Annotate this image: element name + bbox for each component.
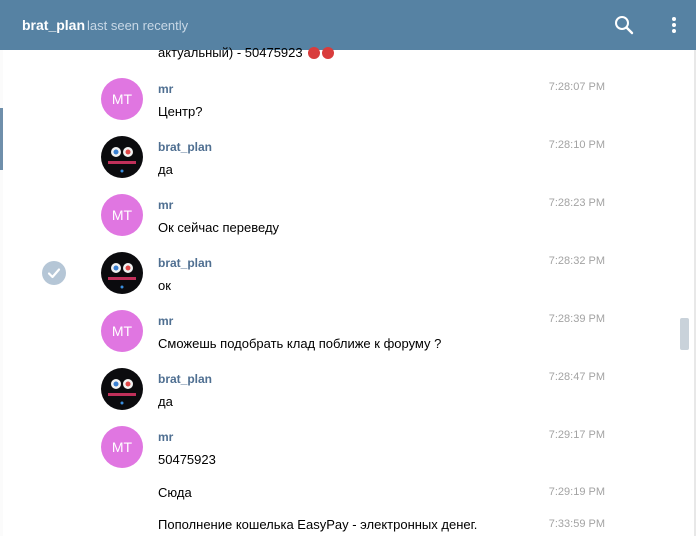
message-item[interactable]: Сюда 7:29:19 PM	[0, 485, 696, 509]
avatar[interactable]	[101, 368, 143, 410]
partial-message: актуальный) - 50475923	[158, 43, 335, 63]
message-text: да	[158, 162, 173, 177]
avatar[interactable]: MT	[101, 426, 143, 468]
message-time: 7:28:39 PM	[548, 313, 605, 325]
red-drop-icon	[322, 47, 335, 59]
message-time: 7:28:32 PM	[548, 255, 605, 267]
message-text: Сможешь подобрать клад поближе к форуму …	[158, 336, 442, 351]
message-item[interactable]: brat_plan да 7:28:47 PM	[0, 368, 696, 426]
message-time: 7:28:07 PM	[548, 81, 605, 93]
sender-name[interactable]: brat_plan	[158, 140, 212, 154]
message-text: ок	[158, 278, 171, 293]
avatar[interactable]	[101, 136, 143, 178]
message-item[interactable]: MT mr 50475923 7:29:17 PM	[0, 426, 696, 484]
sender-name[interactable]: brat_plan	[158, 372, 212, 386]
message-text: Центр?	[158, 104, 203, 119]
message-item[interactable]: brat_plan ок 7:28:32 PM	[0, 252, 696, 310]
message-time: 7:29:19 PM	[548, 486, 605, 498]
avatar[interactable]: MT	[101, 78, 143, 120]
message-text: Пополнение кошелька EasyPay - электронны…	[158, 517, 478, 532]
chat-status: last seen recently	[87, 18, 189, 33]
partial-message-text: актуальный) - 50475923	[158, 45, 303, 60]
more-vertical-icon[interactable]	[664, 14, 684, 36]
message-time: 7:29:17 PM	[548, 429, 605, 441]
sender-name[interactable]: mr	[158, 82, 173, 96]
sender-name[interactable]: mr	[158, 198, 173, 212]
message-time: 7:28:10 PM	[548, 139, 605, 151]
chat-header: brat_plan last seen recently	[0, 0, 696, 50]
sender-name[interactable]: mr	[158, 430, 173, 444]
search-icon[interactable]	[613, 14, 635, 36]
message-item[interactable]: Пополнение кошелька EasyPay - электронны…	[0, 517, 696, 541]
avatar[interactable]	[101, 252, 143, 294]
message-text: да	[158, 394, 173, 409]
message-text: 50475923	[158, 452, 216, 467]
message-item[interactable]: MT mr Сможешь подобрать клад поближе к ф…	[0, 310, 696, 368]
message-time: 7:28:23 PM	[548, 197, 605, 209]
message-time: 7:28:47 PM	[548, 371, 605, 383]
chat-title[interactable]: brat_plan	[22, 17, 85, 33]
avatar[interactable]: MT	[101, 194, 143, 236]
message-item[interactable]: MT mr Центр? 7:28:07 PM	[0, 78, 696, 136]
message-item[interactable]: brat_plan да 7:28:10 PM	[0, 136, 696, 194]
message-item[interactable]: MT mr Ок сейчас переведу 7:28:23 PM	[0, 194, 696, 252]
message-text: Сюда	[158, 485, 192, 500]
sender-name[interactable]: mr	[158, 314, 173, 328]
message-text: Ок сейчас переведу	[158, 220, 280, 235]
red-drop-icon	[308, 47, 321, 59]
avatar[interactable]: MT	[101, 310, 143, 352]
sender-name[interactable]: brat_plan	[158, 256, 212, 270]
message-time: 7:33:59 PM	[548, 518, 605, 530]
